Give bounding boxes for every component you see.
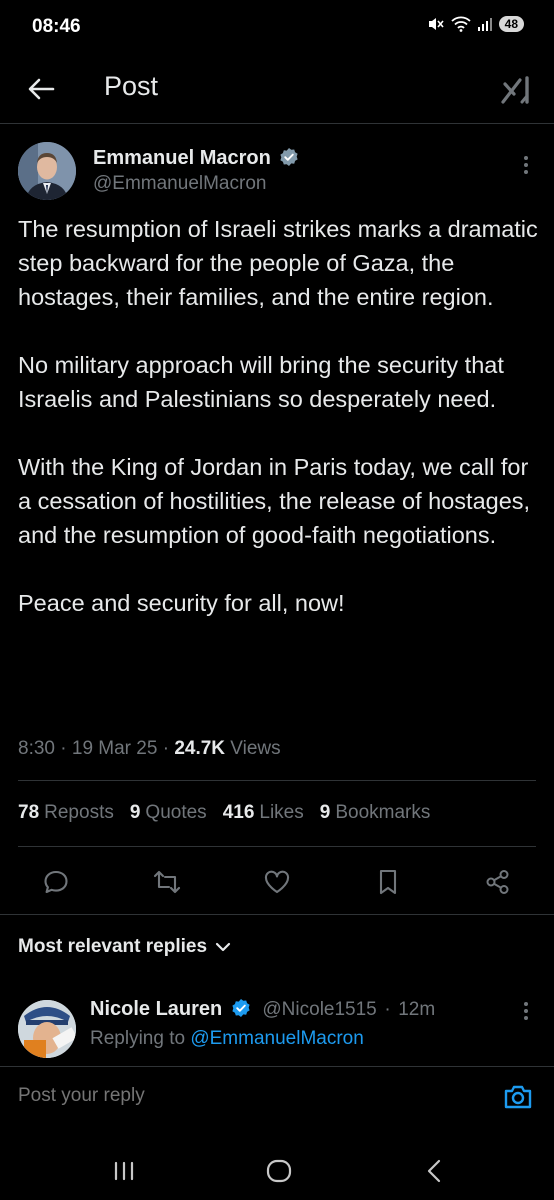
heart-icon: [264, 870, 290, 894]
reply-icon: [44, 870, 68, 894]
reposts-stat[interactable]: 78 Reposts: [18, 802, 114, 824]
replies-header-label: Most relevant replies: [18, 936, 208, 957]
signal-icon: [477, 18, 492, 31]
verified-badge-icon: [280, 148, 298, 166]
author-name[interactable]: Emmanuel Macron: [93, 147, 299, 170]
system-nav-bar: [0, 1140, 554, 1200]
status-bar: 08:46 48: [0, 0, 554, 56]
post-author: Emmanuel Macron @EmmanuelMacron: [18, 140, 538, 202]
back-button[interactable]: [24, 72, 58, 106]
views-count: 24.7K: [174, 738, 226, 759]
chevron-down-icon: [215, 942, 231, 952]
like-button[interactable]: [257, 862, 297, 902]
post-paragraph: Peace and security for all, now!: [18, 590, 345, 616]
divider: [18, 780, 536, 781]
status-icons: 48: [427, 15, 524, 33]
likes-stat[interactable]: 416 Likes: [223, 802, 304, 824]
grok-icon: [501, 76, 529, 104]
share-icon: [486, 870, 509, 894]
verified-badge-icon: [232, 999, 250, 1017]
reply-avatar[interactable]: [18, 1000, 76, 1058]
post-stats: 78 Reposts 9 Quotes 416 Likes 9 Bookmarks: [18, 802, 446, 824]
post-date: 19 Mar 25: [71, 738, 158, 759]
reply-more-options-icon[interactable]: [520, 1000, 532, 1024]
reply-age: 12m: [398, 999, 436, 1020]
home-icon: [266, 1159, 292, 1183]
system-back-icon: [427, 1159, 441, 1183]
replies-sort-toggle[interactable]: Most relevant replies: [18, 936, 231, 958]
wifi-icon: [451, 16, 471, 32]
post-paragraph: The resumption of Israeli strikes marks …: [18, 216, 538, 310]
home-button[interactable]: [259, 1154, 299, 1188]
system-back-button[interactable]: [414, 1154, 454, 1188]
quotes-stat[interactable]: 9 Quotes: [130, 802, 207, 824]
author-avatar[interactable]: [18, 142, 76, 200]
bookmark-button[interactable]: [368, 862, 408, 902]
divider: [18, 846, 536, 847]
reply-author[interactable]: Nicole Lauren @Nicole1515 · 12m: [90, 998, 435, 1021]
author-handle[interactable]: @EmmanuelMacron: [93, 173, 266, 195]
post-paragraph: No military approach will bring the secu…: [18, 352, 504, 412]
bookmarks-stat[interactable]: 9 Bookmarks: [320, 802, 431, 824]
camera-icon: [504, 1085, 532, 1109]
page-title: Post: [104, 71, 159, 101]
more-options-icon[interactable]: [520, 154, 532, 178]
back-arrow-icon: [28, 78, 55, 100]
share-button[interactable]: [478, 862, 518, 902]
post-text: The resumption of Israeli strikes marks …: [18, 212, 538, 620]
post-time: 8:30: [18, 738, 55, 759]
post-paragraph: With the King of Jordan in Paris today, …: [18, 454, 531, 548]
action-bar: [0, 862, 554, 902]
reply-author-name: Nicole Lauren: [90, 998, 223, 1020]
repost-icon: [153, 870, 181, 894]
reply-author-photo: [18, 1000, 76, 1058]
replying-to: Replying to @EmmanuelMacron: [90, 1028, 364, 1049]
camera-button[interactable]: [502, 1081, 534, 1113]
grok-button[interactable]: [496, 70, 536, 110]
author-photo: [18, 142, 76, 200]
replying-to-mention[interactable]: @EmmanuelMacron: [190, 1028, 363, 1049]
app-header: Post: [0, 56, 554, 124]
reply-item[interactable]: Nicole Lauren @Nicole1515 · 12m Replying…: [18, 994, 538, 1058]
status-time: 08:46: [32, 16, 81, 37]
recents-button[interactable]: [104, 1154, 144, 1188]
views-label: Views: [230, 738, 281, 759]
reply-input[interactable]: [18, 1085, 438, 1107]
post-meta: 8:30 · 19 Mar 25 · 24.7K Views: [18, 738, 281, 759]
bookmark-icon: [379, 869, 397, 895]
battery-indicator: 48: [498, 16, 524, 32]
reply-button[interactable]: [36, 862, 76, 902]
repost-button[interactable]: [147, 862, 187, 902]
reply-composer: [0, 1066, 554, 1128]
recents-icon: [114, 1161, 134, 1181]
divider: [0, 914, 554, 915]
reply-author-handle: @Nicole1515: [262, 999, 377, 1020]
mute-icon: [428, 18, 444, 30]
